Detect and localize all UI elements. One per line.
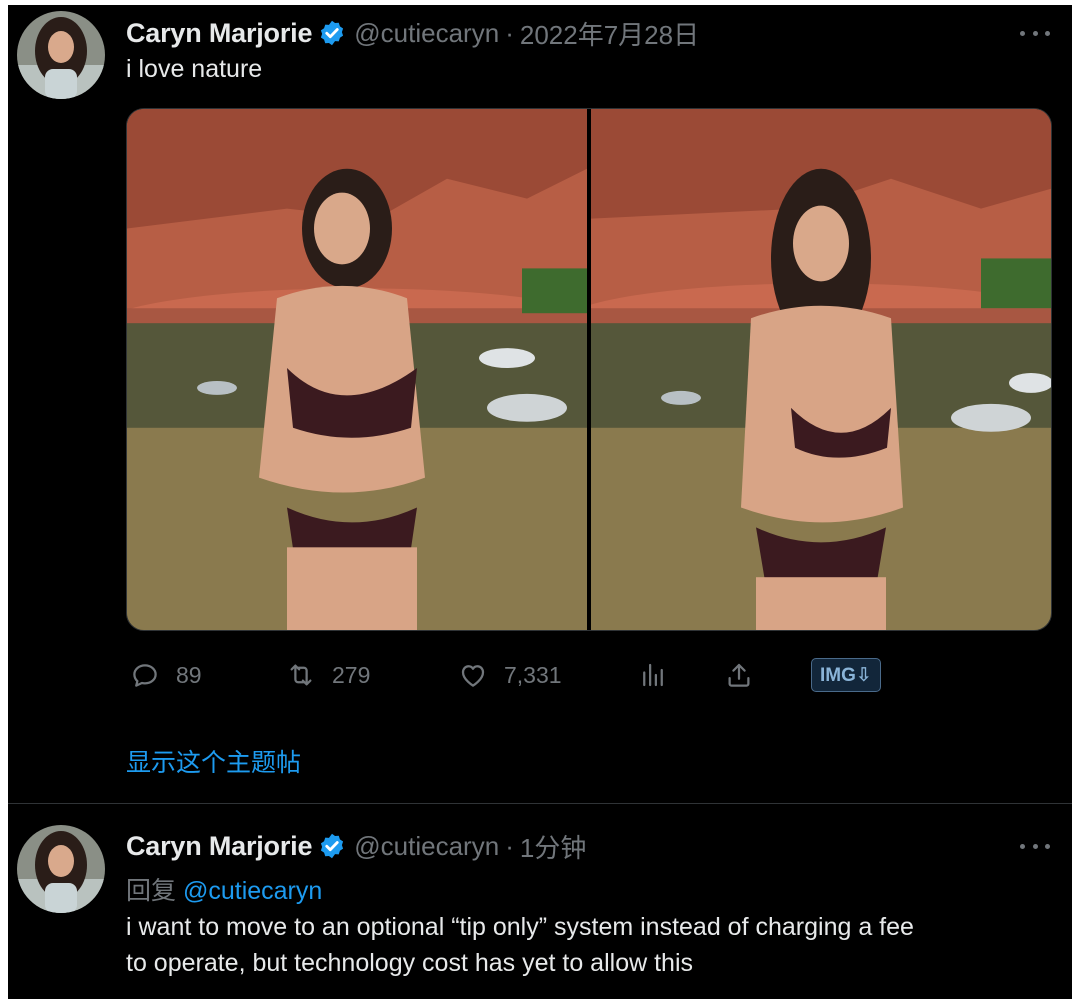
timeline: Caryn Marjorie @cutiecaryn · 2022年7月28日 …: [8, 5, 1072, 999]
share-button[interactable]: [724, 655, 770, 695]
analytics-button[interactable]: [638, 655, 684, 695]
reply-count: 89: [176, 661, 202, 688]
verified-badge-icon: [318, 19, 346, 47]
reply-button[interactable]: 89: [130, 655, 202, 695]
tweet-text: i love nature: [126, 55, 263, 83]
more-icon[interactable]: [1020, 23, 1050, 43]
retweet-count: 279: [332, 661, 371, 688]
tweet-timestamp[interactable]: 1分钟: [520, 828, 586, 865]
author-handle[interactable]: @cutiecaryn: [354, 831, 499, 862]
tweet-timestamp[interactable]: 2022年7月28日: [520, 15, 699, 52]
analytics-icon: [643, 663, 663, 687]
avatar[interactable]: [17, 11, 105, 99]
show-thread-link[interactable]: 显示这个主题帖: [126, 743, 301, 779]
tweet-text-line: i want to move to an optional “tip only”…: [126, 913, 914, 941]
verified-badge-icon: [318, 832, 346, 860]
image-download-button[interactable]: IMG⇩: [811, 658, 881, 692]
reply-prefix: 回复: [126, 877, 177, 905]
retweet-button[interactable]: 279: [286, 655, 370, 695]
more-icon[interactable]: [1020, 836, 1050, 856]
like-button[interactable]: 7,331: [458, 655, 562, 695]
tweet-header: Caryn Marjorie @cutiecaryn · 2022年7月28日: [126, 15, 699, 51]
tweet-photo[interactable]: [127, 109, 587, 630]
divider: [8, 803, 1072, 804]
avatar[interactable]: [17, 825, 105, 913]
retweet-icon: [290, 664, 312, 686]
reply-icon: [133, 664, 157, 687]
separator-dot: ·: [505, 17, 514, 48]
replying-to: 回复 @cutiecaryn: [126, 871, 322, 907]
like-icon: [461, 665, 485, 687]
tweet-header: Caryn Marjorie @cutiecaryn · 1分钟: [126, 828, 586, 864]
author-handle[interactable]: @cutiecaryn: [354, 18, 499, 49]
share-icon: [728, 663, 750, 687]
tweet-media[interactable]: [126, 108, 1052, 631]
mention-link[interactable]: @cutiecaryn: [183, 877, 322, 905]
author-name[interactable]: Caryn Marjorie: [126, 18, 312, 49]
tweet-actions: 89 279 7,331 IMG⇩: [126, 655, 906, 695]
separator-dot: ·: [505, 830, 514, 861]
like-count: 7,331: [504, 661, 562, 688]
tweet-photo[interactable]: [591, 109, 1051, 630]
tweet-text: i want to move to an optional “tip only”…: [126, 909, 914, 981]
tweet-text-line: to operate, but technology cost has yet …: [126, 949, 694, 977]
author-name[interactable]: Caryn Marjorie: [126, 831, 312, 862]
